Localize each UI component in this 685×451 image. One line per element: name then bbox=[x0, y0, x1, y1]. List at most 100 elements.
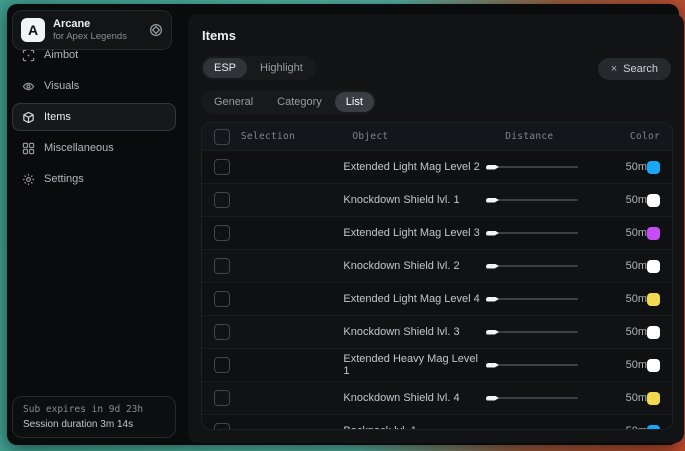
distance-value: 50m bbox=[610, 326, 647, 338]
color-swatch[interactable] bbox=[647, 161, 660, 174]
app-header-card: A Arcane for Apex Legends bbox=[12, 10, 172, 50]
session-duration-text: Session duration 3m 14s bbox=[23, 419, 165, 430]
object-cell: Knockdown Shield lvl. 4 bbox=[343, 392, 486, 404]
distance-slider[interactable] bbox=[486, 327, 578, 337]
crosshair-icon bbox=[22, 49, 35, 62]
sidebar-item-settings[interactable]: Settings bbox=[12, 165, 176, 193]
distance-value: 50m bbox=[610, 293, 647, 305]
app-subtitle: for Apex Legends bbox=[53, 31, 141, 43]
color-swatch[interactable] bbox=[647, 293, 660, 306]
table-row: Knockdown Shield lvl. 2 50m bbox=[202, 249, 672, 282]
search-button-label: Search bbox=[623, 63, 658, 75]
table-row: Knockdown Shield lvl. 3 50m bbox=[202, 315, 672, 348]
distance-slider[interactable] bbox=[486, 360, 578, 370]
view-tabs: General Category List bbox=[201, 90, 376, 114]
table-header-row: Selection Object Distance Color bbox=[202, 123, 672, 150]
color-swatch[interactable] bbox=[647, 359, 660, 372]
slider-track bbox=[486, 298, 578, 300]
distance-value: 50m bbox=[610, 425, 647, 430]
sidebar-item-visuals[interactable]: Visuals bbox=[12, 72, 176, 100]
distance-value: 50m bbox=[610, 392, 647, 404]
distance-value: 50m bbox=[610, 260, 647, 272]
table-row: Backpack lvl. 1 50m bbox=[202, 414, 672, 430]
slider-track bbox=[486, 232, 578, 234]
sidebar-nav: Aimbot Visuals Items bbox=[7, 41, 181, 193]
sidebar-item-items[interactable]: Items bbox=[12, 103, 176, 131]
row-checkbox[interactable] bbox=[214, 357, 230, 373]
slider-track bbox=[486, 166, 578, 168]
color-swatch[interactable] bbox=[647, 425, 660, 431]
app-window: A Arcane for Apex Legends Category bbox=[7, 4, 679, 445]
tab-esp[interactable]: ESP bbox=[203, 58, 247, 78]
sidebar-item-label: Items bbox=[44, 111, 71, 123]
column-header-object: Object bbox=[352, 131, 505, 142]
distance-value: 50m bbox=[610, 227, 647, 239]
row-checkbox[interactable] bbox=[214, 390, 230, 406]
object-cell: Extended Heavy Mag Level 1 bbox=[343, 353, 486, 377]
sidebar-item-label: Aimbot bbox=[44, 49, 78, 61]
color-swatch[interactable] bbox=[647, 260, 660, 273]
color-swatch[interactable] bbox=[647, 227, 660, 240]
table-row: Knockdown Shield lvl. 1 50m bbox=[202, 183, 672, 216]
tab-list[interactable]: List bbox=[335, 92, 374, 112]
row-checkbox[interactable] bbox=[214, 423, 230, 430]
compass-icon[interactable] bbox=[149, 23, 163, 37]
column-header-distance: Distance bbox=[505, 131, 630, 142]
distance-slider[interactable] bbox=[486, 393, 578, 403]
distance-slider[interactable] bbox=[486, 261, 578, 271]
table-body: Extended Light Mag Level 2 50m Knockdown… bbox=[202, 150, 672, 430]
distance-slider[interactable] bbox=[486, 228, 578, 238]
distance-value: 50m bbox=[610, 359, 647, 371]
row-checkbox[interactable] bbox=[214, 159, 230, 175]
sidebar-item-label: Settings bbox=[44, 173, 84, 185]
table-row: Extended Heavy Mag Level 1 50m bbox=[202, 348, 672, 381]
distance-slider[interactable] bbox=[486, 162, 578, 172]
row-checkbox[interactable] bbox=[214, 324, 230, 340]
distance-slider[interactable] bbox=[486, 294, 578, 304]
app-name: Arcane bbox=[53, 18, 141, 31]
slider-track bbox=[486, 331, 578, 333]
color-swatch[interactable] bbox=[647, 326, 660, 339]
color-swatch[interactable] bbox=[647, 194, 660, 207]
sub-expiry-text: Sub expires in 9d 23h bbox=[23, 404, 165, 415]
tab-category[interactable]: Category bbox=[266, 92, 333, 112]
column-header-color: Color bbox=[630, 131, 672, 142]
column-header-selection: Selection bbox=[241, 131, 352, 142]
sidebar-item-miscellaneous[interactable]: Miscellaneous bbox=[12, 134, 176, 162]
row-checkbox[interactable] bbox=[214, 192, 230, 208]
object-cell: Extended Light Mag Level 4 bbox=[343, 293, 486, 305]
row-checkbox[interactable] bbox=[214, 225, 230, 241]
tab-highlight[interactable]: Highlight bbox=[249, 58, 314, 78]
close-icon: × bbox=[611, 64, 617, 75]
distance-value: 50m bbox=[610, 161, 647, 173]
page-title: Items bbox=[202, 28, 236, 43]
slider-thumb[interactable] bbox=[486, 429, 499, 431]
slider-track bbox=[486, 265, 578, 267]
grid-icon bbox=[22, 142, 35, 155]
sidebar: A Arcane for Apex Legends Category bbox=[7, 4, 181, 445]
table-row: Extended Light Mag Level 2 50m bbox=[202, 150, 672, 183]
color-swatch[interactable] bbox=[647, 392, 660, 405]
box-icon bbox=[22, 111, 35, 124]
object-cell: Knockdown Shield lvl. 2 bbox=[343, 260, 486, 272]
distance-slider[interactable] bbox=[486, 195, 578, 205]
eye-icon bbox=[22, 80, 35, 93]
sidebar-item-label: Visuals bbox=[44, 80, 79, 92]
row-checkbox[interactable] bbox=[214, 291, 230, 307]
row-checkbox[interactable] bbox=[214, 258, 230, 274]
mode-tabs: ESP Highlight bbox=[201, 56, 316, 80]
distance-slider[interactable] bbox=[486, 426, 578, 430]
slider-track bbox=[486, 199, 578, 201]
object-cell: Knockdown Shield lvl. 3 bbox=[343, 326, 486, 338]
sidebar-item-label: Miscellaneous bbox=[44, 142, 114, 154]
subscription-info-card: Sub expires in 9d 23h Session duration 3… bbox=[12, 396, 176, 438]
distance-value: 50m bbox=[610, 194, 647, 206]
slider-track bbox=[486, 364, 578, 366]
table-row: Extended Light Mag Level 3 50m bbox=[202, 216, 672, 249]
table-row: Knockdown Shield lvl. 4 50m bbox=[202, 381, 672, 414]
tab-general[interactable]: General bbox=[203, 92, 264, 112]
main-panel: Items ESP Highlight × Search General Cat… bbox=[188, 14, 684, 443]
object-cell: Extended Light Mag Level 3 bbox=[343, 227, 486, 239]
select-all-checkbox[interactable] bbox=[214, 129, 230, 145]
search-button[interactable]: × Search bbox=[598, 58, 671, 80]
